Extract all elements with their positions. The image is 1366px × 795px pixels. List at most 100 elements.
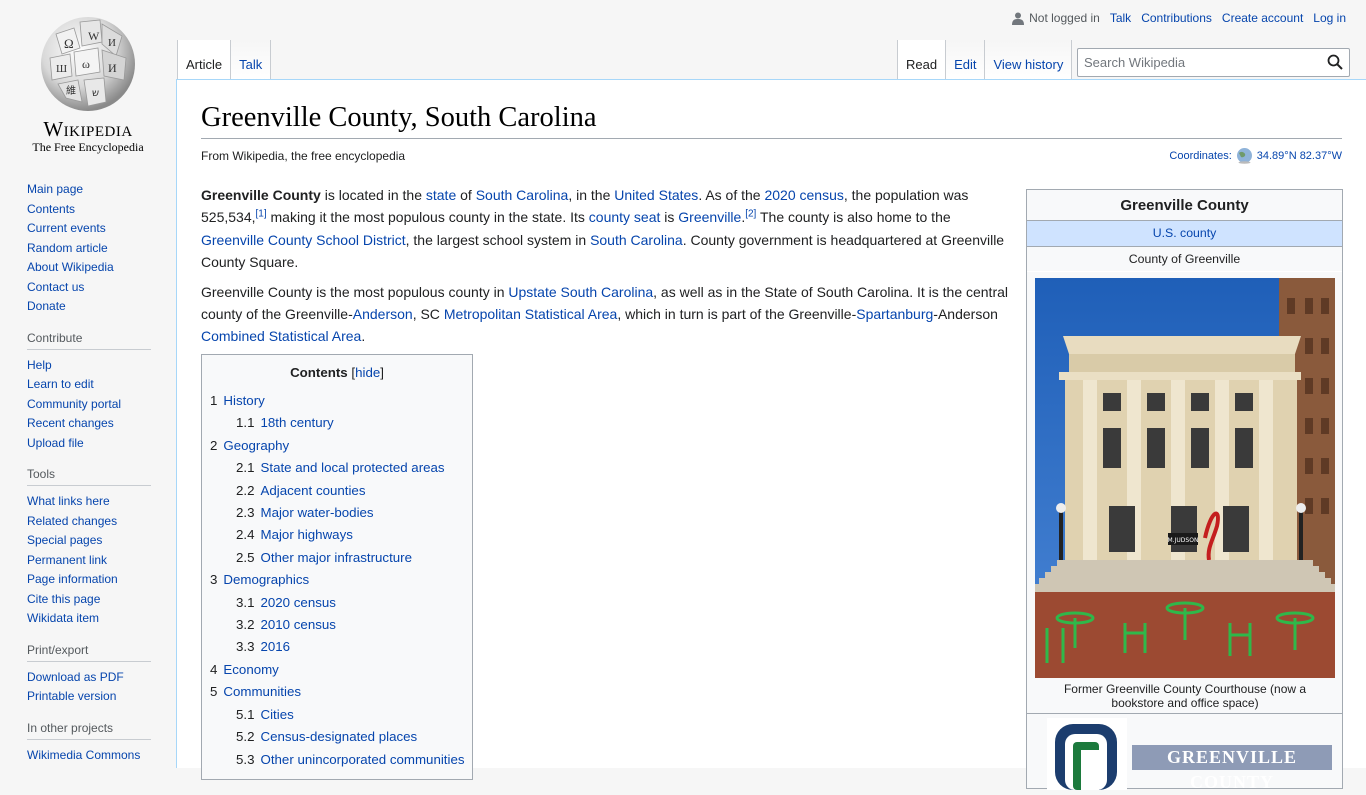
sidebar-item-download-pdf[interactable]: Download as PDF xyxy=(27,670,124,684)
page-title: Greenville County, South Carolina xyxy=(201,102,1342,139)
toc-link[interactable]: 2.5 Other major infrastructure xyxy=(236,550,412,565)
infobox-divider xyxy=(1027,713,1342,714)
globe-icon[interactable] xyxy=(1236,147,1253,164)
reference-2[interactable]: [2] xyxy=(745,209,756,220)
tab-view-history[interactable]: View history xyxy=(985,40,1073,80)
toc-number: 2.2 xyxy=(236,482,255,498)
link-south-carolina[interactable]: South Carolina xyxy=(476,187,569,203)
sidebar-item-wikimedia-commons[interactable]: Wikimedia Commons xyxy=(27,748,140,762)
tab-read[interactable]: Read xyxy=(897,40,947,80)
county-seal[interactable] xyxy=(1047,718,1127,790)
login-link[interactable]: Log in xyxy=(1313,11,1346,25)
toc-item[interactable]: 1.1 18th century xyxy=(210,412,464,434)
tab-article[interactable]: Article xyxy=(177,40,232,80)
coordinates-value[interactable]: 34.89°N 82.37°W xyxy=(1257,150,1342,162)
wikipedia-logo[interactable]: Ω W И ω Ш И 維 ש Wikipedia The Free Encyc… xyxy=(0,0,176,160)
sidebar-item-special-pages[interactable]: Special pages xyxy=(27,533,102,547)
toc-link[interactable]: 2 Geography xyxy=(210,438,289,453)
sidebar-item-contents[interactable]: Contents xyxy=(27,202,75,216)
infobox-type-link[interactable]: U.S. county xyxy=(1153,226,1217,240)
sidebar-item-current-events[interactable]: Current events xyxy=(27,221,106,235)
toc-link[interactable]: 5 Communities xyxy=(210,684,301,699)
sidebar-item-community-portal[interactable]: Community portal xyxy=(27,397,121,411)
toc-link[interactable]: 4 Economy xyxy=(210,662,279,677)
toc-item[interactable]: 2.5 Other major infrastructure xyxy=(210,547,464,569)
courthouse-photo[interactable]: M.JUDSON xyxy=(1035,278,1335,678)
toc-link[interactable]: 2.1 State and local protected areas xyxy=(236,460,445,475)
sidebar-item-wikidata-item[interactable]: Wikidata item xyxy=(27,611,99,625)
toc-item[interactable]: 2.3 Major water-bodies xyxy=(210,502,464,524)
toc-link[interactable]: 3 Demographics xyxy=(210,572,309,587)
toc-link[interactable]: 5.3 Other unincorporated communities xyxy=(236,752,465,767)
link-upstate[interactable]: Upstate South Carolina xyxy=(508,284,653,300)
link-anderson[interactable]: Anderson xyxy=(353,306,413,322)
link-msa[interactable]: Metropolitan Statistical Area xyxy=(444,306,618,322)
link-united-states[interactable]: United States xyxy=(614,187,698,203)
toc-item[interactable]: 3.2 2010 census xyxy=(210,614,464,636)
toc-link[interactable]: 3.1 2020 census xyxy=(236,595,336,610)
toc-item[interactable]: 5.1 Cities xyxy=(210,704,464,726)
toc-item[interactable]: 5.2 Census-designated places xyxy=(210,726,464,748)
toc-item[interactable]: 2.2 Adjacent counties xyxy=(210,480,464,502)
sidebar-item-donate[interactable]: Donate xyxy=(27,299,66,313)
sidebar-item-main-page[interactable]: Main page xyxy=(27,182,83,196)
link-south-carolina-2[interactable]: South Carolina xyxy=(590,232,683,248)
tab-edit[interactable]: Edit xyxy=(946,40,986,80)
toc-link[interactable]: 2.3 Major water-bodies xyxy=(236,505,374,520)
sidebar-item-permanent-link[interactable]: Permanent link xyxy=(27,553,107,567)
toc-link[interactable]: 5.1 Cities xyxy=(236,707,294,722)
toc-label: Other major infrastructure xyxy=(260,549,413,565)
toc-item[interactable]: 5 Communities xyxy=(210,681,464,703)
sidebar-contribute: Contribute Help Learn to edit Community … xyxy=(27,331,176,454)
link-state[interactable]: state xyxy=(426,187,456,203)
link-greenville[interactable]: Greenville xyxy=(678,209,741,225)
toc-item[interactable]: 3.3 2016 xyxy=(210,636,464,658)
sidebar-item-about[interactable]: About Wikipedia xyxy=(27,260,114,274)
toc-link[interactable]: 3.3 2016 xyxy=(236,639,290,654)
sidebar-item-upload-file[interactable]: Upload file xyxy=(27,436,84,450)
toc-number: 5.1 xyxy=(236,706,255,722)
reference-1[interactable]: [1] xyxy=(256,209,267,220)
sidebar-item-related-changes[interactable]: Related changes xyxy=(27,514,117,528)
personal-contributions-link[interactable]: Contributions xyxy=(1141,11,1212,25)
search-icon[interactable] xyxy=(1327,54,1343,70)
toc-item[interactable]: 3 Demographics xyxy=(210,569,464,591)
link-school-district[interactable]: Greenville County School District xyxy=(201,232,406,248)
tab-talk[interactable]: Talk xyxy=(231,40,272,80)
toc-link[interactable]: 1.1 18th century xyxy=(236,415,334,430)
toc-link[interactable]: 2.4 Major highways xyxy=(236,527,353,542)
sidebar-item-contact[interactable]: Contact us xyxy=(27,280,84,294)
toc-item[interactable]: 4 Economy xyxy=(210,659,464,681)
toc-link[interactable]: 1 History xyxy=(210,393,265,408)
toc-item[interactable]: 3.1 2020 census xyxy=(210,592,464,614)
toc-link[interactable]: 3.2 2010 census xyxy=(236,617,336,632)
personal-talk-link[interactable]: Talk xyxy=(1110,11,1131,25)
sidebar-item-what-links-here[interactable]: What links here xyxy=(27,494,110,508)
toc-hide-link[interactable]: hide xyxy=(355,365,380,380)
wikipedia-globe-icon: Ω W И ω Ш И 維 ש xyxy=(41,17,135,111)
toc-item[interactable]: 1 History xyxy=(210,390,464,412)
link-spartanburg[interactable]: Spartanburg xyxy=(856,306,933,322)
toc-item[interactable]: 2.1 State and local protected areas xyxy=(210,457,464,479)
coordinates-label[interactable]: Coordinates: xyxy=(1169,150,1231,162)
svg-text:ש: ש xyxy=(92,88,99,99)
sidebar-item-learn-to-edit[interactable]: Learn to edit xyxy=(27,377,94,391)
sidebar-item-help[interactable]: Help xyxy=(27,358,52,372)
toc-item[interactable]: 2.4 Major highways xyxy=(210,524,464,546)
sidebar-item-recent-changes[interactable]: Recent changes xyxy=(27,416,114,430)
create-account-link[interactable]: Create account xyxy=(1222,11,1303,25)
toc-link[interactable]: 5.2 Census-designated places xyxy=(236,729,417,744)
link-csa[interactable]: Combined Statistical Area xyxy=(201,328,361,344)
toc-item[interactable]: 2 Geography xyxy=(210,435,464,457)
link-2020-census[interactable]: 2020 census xyxy=(764,187,843,203)
toc-link[interactable]: 2.2 Adjacent counties xyxy=(236,483,365,498)
toc-label: Census-designated places xyxy=(260,729,418,745)
sidebar-heading-contribute: Contribute xyxy=(27,331,151,350)
sidebar-item-random-article[interactable]: Random article xyxy=(27,241,108,255)
sidebar-item-cite-this-page[interactable]: Cite this page xyxy=(27,592,100,606)
toc-title: Contents xyxy=(290,365,348,380)
sidebar-item-printable-version[interactable]: Printable version xyxy=(27,689,116,703)
link-county-seat[interactable]: county seat xyxy=(589,209,661,225)
sidebar-item-page-information[interactable]: Page information xyxy=(27,572,118,586)
search-input[interactable] xyxy=(1078,49,1318,76)
